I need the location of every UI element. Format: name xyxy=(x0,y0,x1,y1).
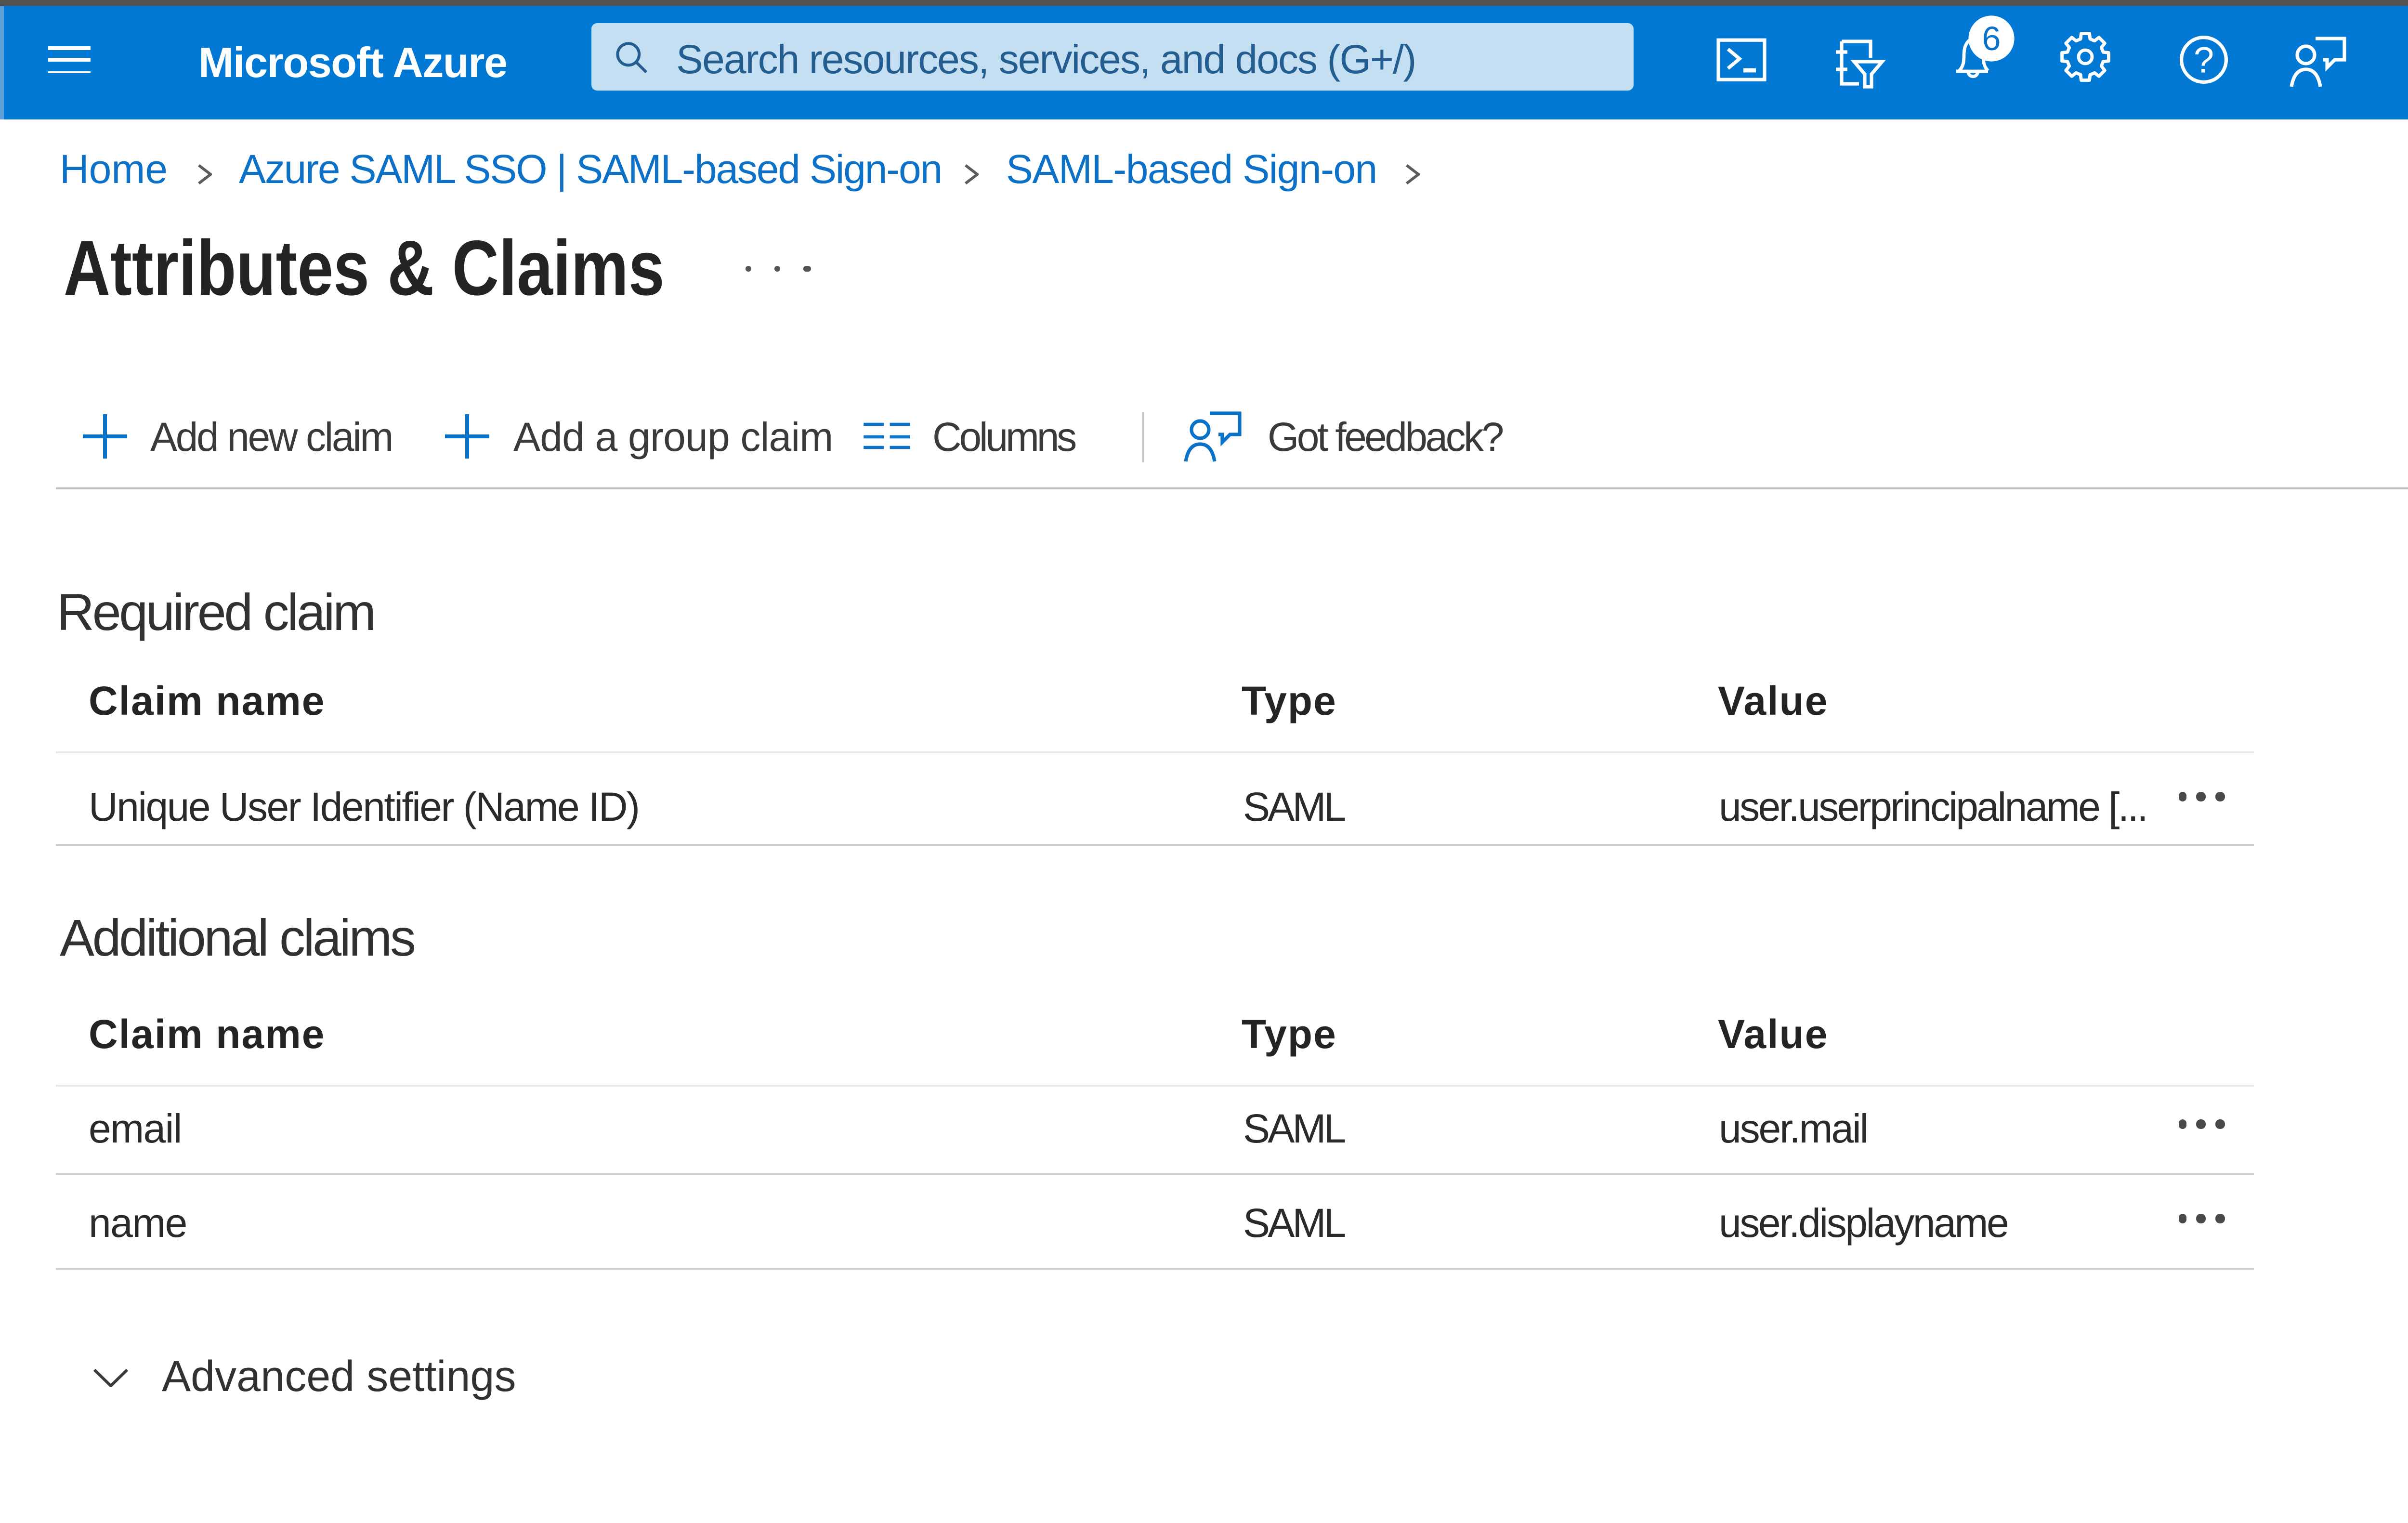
svg-text:?: ? xyxy=(2194,39,2214,80)
svg-text:6: 6 xyxy=(1982,20,2001,57)
